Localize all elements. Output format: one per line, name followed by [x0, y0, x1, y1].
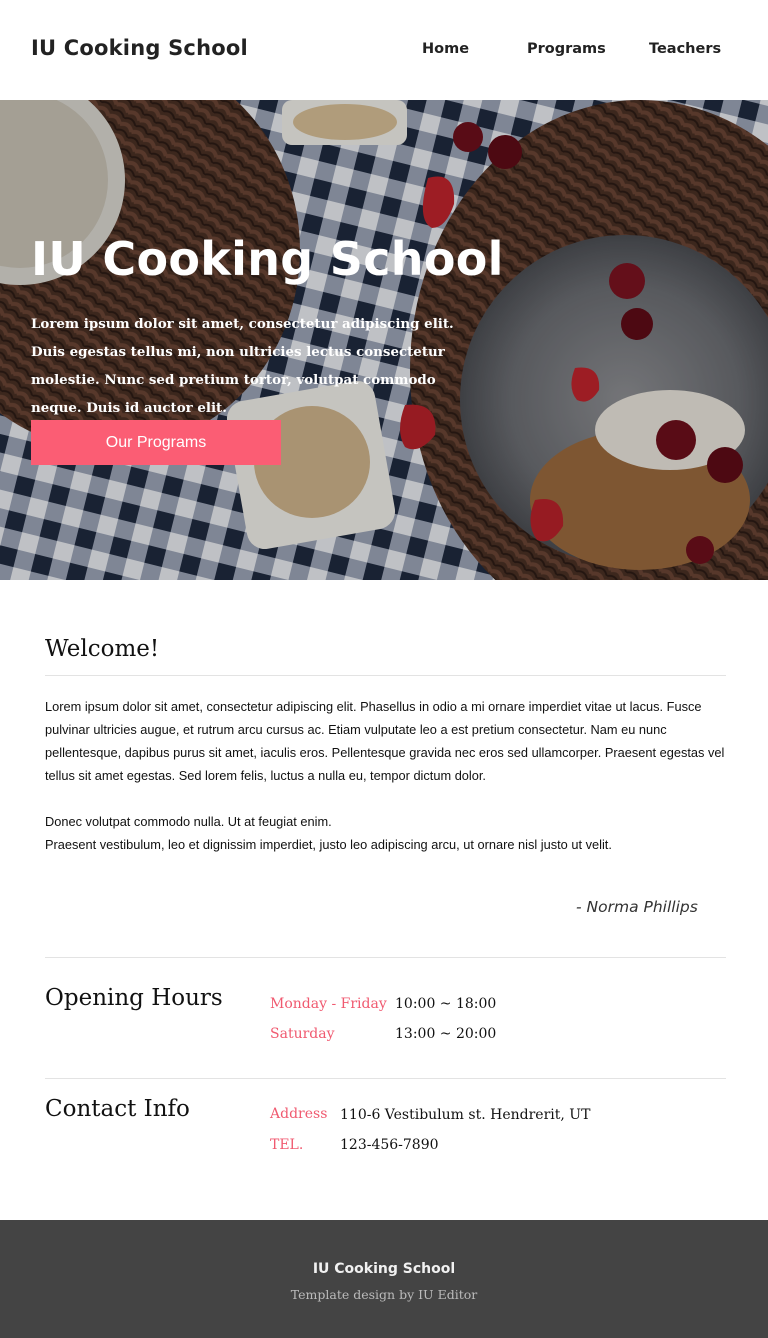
contact-value-tel[interactable]: 123-456-7890	[340, 1137, 439, 1153]
welcome-paragraph-2-line-1: Donec volutpat commodo nulla. Ut at feug…	[45, 814, 332, 829]
contact-info-heading: Contact Info	[45, 1096, 190, 1122]
contact-value-address: 110-6 Vestibulum st. Hendrerit, UT	[340, 1107, 591, 1123]
contact-divider	[45, 1078, 726, 1079]
welcome-paragraph-1: Lorem ipsum dolor sit amet, consectetur …	[45, 699, 725, 783]
welcome-heading: Welcome!	[45, 636, 160, 662]
welcome-paragraph-2-line-2: Praesent vestibulum, leo et dignissim im…	[45, 837, 612, 852]
nav-home[interactable]: Home	[422, 41, 469, 57]
nav-programs[interactable]: Programs	[527, 41, 606, 57]
welcome-divider	[45, 675, 726, 676]
hours-divider	[45, 957, 726, 958]
hours-value-saturday: 13:00 ~ 20:00	[395, 1026, 497, 1042]
nav-teachers[interactable]: Teachers	[649, 41, 721, 57]
contact-label-tel: TEL.	[270, 1137, 304, 1153]
hours-value-weekdays: 10:00 ~ 18:00	[395, 996, 497, 1012]
footer-title: IU Cooking School	[312, 1261, 456, 1277]
opening-hours-heading: Opening Hours	[45, 985, 223, 1011]
our-programs-button[interactable]: Our Programs	[31, 420, 281, 465]
hours-label-saturday: Saturday	[270, 1026, 335, 1042]
site-header: IU Cooking School Home Programs Teachers	[0, 0, 768, 100]
contact-label-address: Address	[270, 1106, 328, 1122]
hero-description: Lorem ipsum dolor sit amet, consectetur …	[31, 316, 454, 416]
signature: - Norma Phillips	[576, 898, 698, 916]
footer-credit: Template design by IU Editor	[290, 1287, 478, 1302]
hero-banner: IU Cooking School Lorem ipsum dolor sit …	[0, 100, 768, 580]
hero-title: IU Cooking School	[31, 232, 504, 286]
site-logo[interactable]: IU Cooking School	[31, 36, 248, 60]
hours-label-weekdays: Monday - Friday	[270, 996, 387, 1012]
site-footer: IU Cooking School Template design by IU …	[0, 1220, 768, 1338]
